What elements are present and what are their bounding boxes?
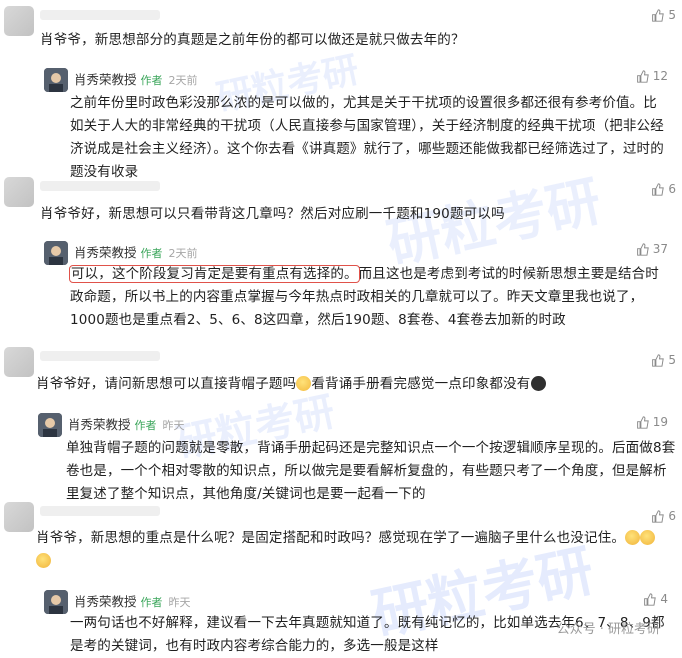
comment-text: 肖爷爷好，请问新思想可以直接背帽子题吗 看背诵手册看完感觉一点印象都没有 <box>36 373 546 395</box>
reply-time: 2天前 <box>168 247 198 260</box>
author-reply: 肖秀荣教授 作者 2天前 37 可以，这个阶段复习肯定是要有重点有选择的。而且这也是… <box>34 239 674 349</box>
comment-text-a: 肖爷爷好，请问新思想可以直接背帽子题吗 <box>36 376 297 392</box>
comment-text-b: 看背诵手册看完感觉一点印象都没有 <box>311 376 531 392</box>
reply-time: 昨天 <box>162 419 185 432</box>
thumbs-up-icon <box>636 415 649 429</box>
like-button[interactable]: 6 <box>651 509 676 523</box>
like-button[interactable]: 37 <box>636 242 668 256</box>
dark-face-emoji-icon <box>530 376 546 391</box>
author-header: 肖秀荣教授 作者 2天前 <box>74 242 198 261</box>
thumbs-up-icon <box>636 69 649 83</box>
author-name[interactable]: 肖秀荣教授 <box>74 594 137 609</box>
comment-text: 肖爷爷，新思想的重点是什么呢？是固定搭配和时政吗？感觉现在学了一遍脑子里什么也没… <box>36 530 626 546</box>
thumbs-up-icon <box>644 592 657 606</box>
user-avatar[interactable] <box>4 6 34 36</box>
comment-text: 肖爷爷，新思想的重点是什么呢？是固定搭配和时政吗？感觉现在学了一遍脑子里什么也没… <box>36 527 668 573</box>
author-tag: 作者 <box>140 247 163 260</box>
author-name[interactable]: 肖秀荣教授 <box>74 72 137 87</box>
crying-emoji-icon <box>640 530 656 545</box>
reply-time: 昨天 <box>168 596 191 609</box>
thumbs-up-icon <box>652 353 665 367</box>
like-button[interactable]: 5 <box>651 8 676 22</box>
author-header: 肖秀荣教授 作者 昨天 <box>74 591 191 610</box>
thumbs-up-icon <box>636 242 649 256</box>
like-button[interactable]: 12 <box>636 69 668 83</box>
user-name-redacted <box>40 351 160 361</box>
user-avatar[interactable] <box>4 177 34 207</box>
like-count: 5 <box>668 353 676 367</box>
highlighted-text: 可以，这个阶段复习肯定是要有重点有选择的。 <box>69 265 360 283</box>
like-button[interactable]: 4 <box>643 592 668 606</box>
author-header: 肖秀荣教授 作者 昨天 <box>68 414 185 433</box>
crying-emoji-icon <box>36 553 51 568</box>
watermark-credit: 公众号 · 研粒考研 <box>556 622 660 637</box>
author-reply: 肖秀荣教授 作者 2天前 12 之前年份里时政色彩没那么浓的是可以做的，尤其是关于干… <box>34 66 674 180</box>
author-avatar[interactable] <box>44 68 68 92</box>
author-name[interactable]: 肖秀荣教授 <box>74 245 137 260</box>
like-count: 6 <box>668 182 676 196</box>
reply-text: 可以，这个阶段复习肯定是要有重点有选择的。而且这也是考虑到考试的时候新思想主要是… <box>69 263 670 332</box>
author-avatar[interactable] <box>38 413 62 437</box>
reply-text: 之前年份里时政色彩没那么浓的是可以做的，尤其是关于干扰项的设置很多都还很有参考价… <box>70 95 664 180</box>
thumbs-up-icon <box>652 509 665 523</box>
author-avatar[interactable] <box>44 590 68 614</box>
user-avatar[interactable] <box>4 347 34 377</box>
thumbs-up-icon <box>652 182 665 196</box>
like-button[interactable]: 5 <box>651 353 676 367</box>
like-count: 6 <box>668 509 676 523</box>
like-button[interactable]: 19 <box>636 415 668 429</box>
user-name-redacted <box>40 10 160 20</box>
thumbs-up-icon <box>652 8 665 22</box>
like-count: 12 <box>652 69 668 83</box>
reply-text: 单独背帽子题的问题就是零散，背诵手册起码还是完整知识点一个一个按逻辑顺序呈现的。… <box>66 440 676 502</box>
author-header: 肖秀荣教授 作者 2天前 <box>74 69 198 88</box>
like-count: 4 <box>660 592 668 606</box>
reply-time: 2天前 <box>168 74 198 87</box>
comment-text: 肖爷爷，新思想部分的真题是之前年份的都可以做还是就只做去年的？ <box>40 32 465 48</box>
like-count: 37 <box>652 242 668 256</box>
author-tag: 作者 <box>140 596 163 609</box>
author-reply: 肖秀荣教授 作者 昨天 19 单独背帽子题的问题就是零散，背诵手册起码还是完整知识点… <box>28 411 675 502</box>
author-name[interactable]: 肖秀荣教授 <box>68 417 131 432</box>
user-name-redacted <box>40 506 160 516</box>
like-button[interactable]: 6 <box>651 182 676 196</box>
crying-emoji-icon <box>625 530 641 545</box>
sweat-emoji-icon <box>296 376 312 391</box>
user-avatar[interactable] <box>4 502 34 532</box>
author-tag: 作者 <box>140 74 163 87</box>
author-tag: 作者 <box>134 419 157 432</box>
author-avatar[interactable] <box>44 241 68 265</box>
user-name-redacted <box>40 181 160 191</box>
like-count: 5 <box>668 8 676 22</box>
like-count: 19 <box>652 415 668 429</box>
comment-text: 肖爷爷好，新思想可以只看带背这几章吗？然后对应刷一千题和190题可以吗 <box>40 206 505 222</box>
